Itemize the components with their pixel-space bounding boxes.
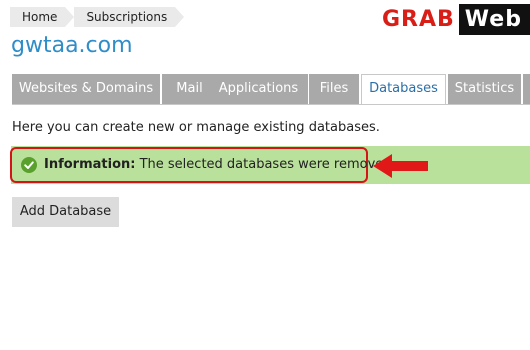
page-title: gwtaa.com (11, 33, 133, 58)
grabweb-logo: GRAB Web (380, 4, 530, 35)
logo-part-web: Web (458, 4, 530, 35)
tab-statistics[interactable]: Statistics (448, 74, 521, 104)
tab-websites-domains[interactable]: Websites & Domains (12, 74, 160, 104)
logo-part-grab: GRAB (380, 4, 459, 35)
check-circle-icon (21, 157, 37, 173)
intro-text: Here you can create new or manage existi… (12, 120, 380, 135)
info-text: The selected databases were removed. (135, 157, 396, 172)
tab-overflow[interactable] (523, 74, 530, 104)
info-label: Information: (44, 157, 136, 172)
breadcrumb: Home Subscriptions (10, 7, 185, 27)
add-database-button[interactable]: Add Database (12, 197, 119, 227)
tab-bar: Websites & Domains Mail Applications Fil… (12, 74, 530, 105)
breadcrumb-subscriptions[interactable]: Subscriptions (74, 7, 185, 27)
tab-applications[interactable]: Applications (209, 74, 308, 104)
tabs-divider (12, 104, 530, 105)
red-arrow-icon (372, 152, 430, 180)
tab-files[interactable]: Files (309, 74, 359, 104)
breadcrumb-home[interactable]: Home (10, 7, 75, 27)
tab-databases[interactable]: Databases (361, 74, 446, 105)
info-message: Information: The selected databases were… (44, 157, 396, 173)
